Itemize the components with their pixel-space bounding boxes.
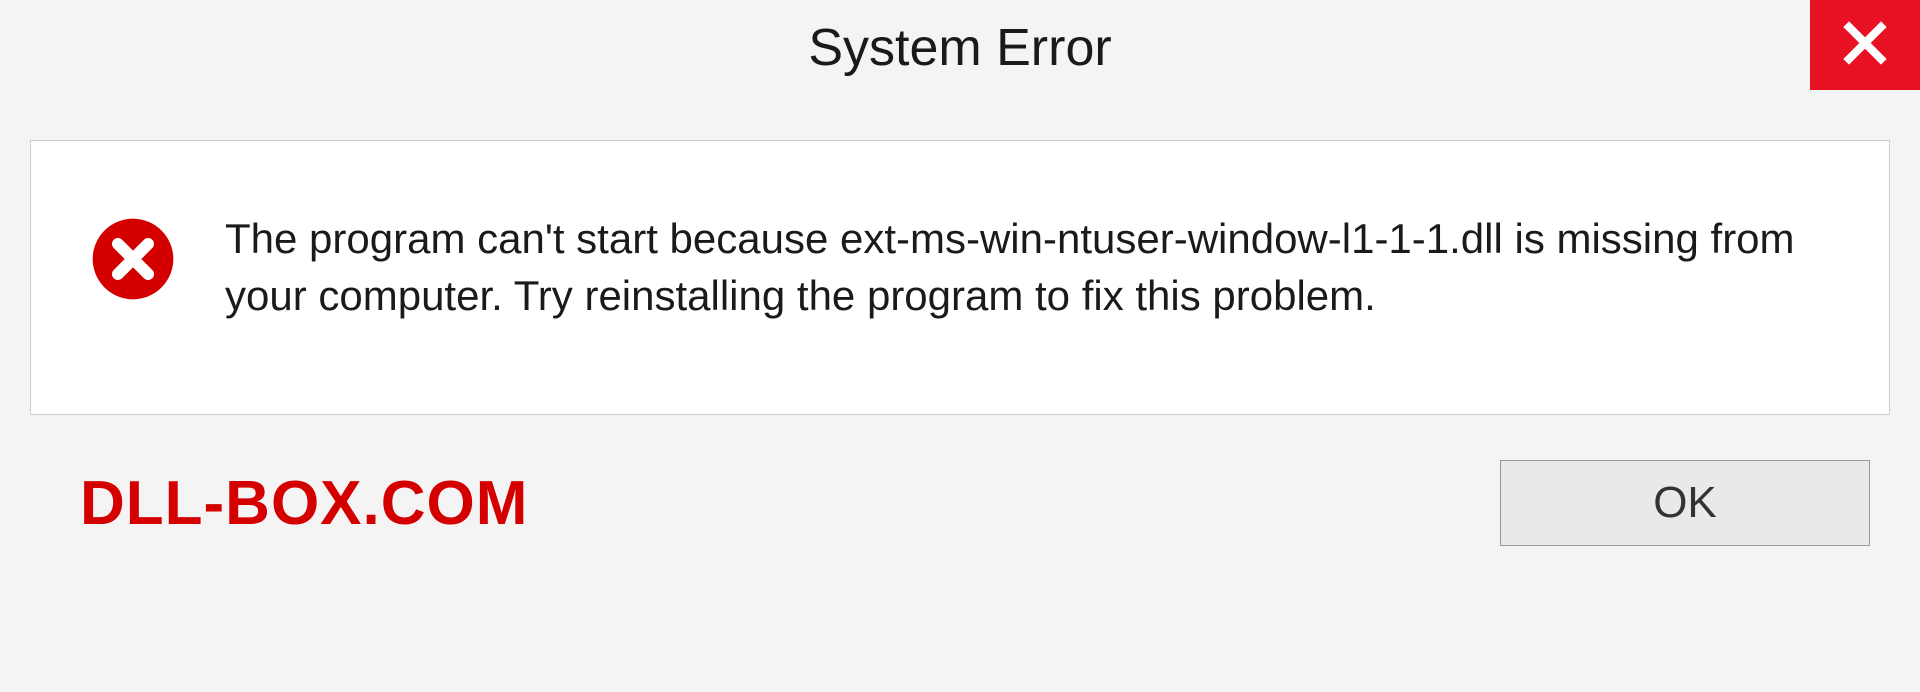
ok-button[interactable]: OK (1500, 460, 1870, 546)
window-title: System Error (808, 18, 1111, 78)
title-bar: System Error (0, 0, 1920, 95)
error-icon (91, 217, 175, 301)
dialog-footer: DLL-BOX.COM OK (30, 460, 1890, 546)
dialog-content: The program can't start because ext-ms-w… (30, 140, 1890, 415)
ok-button-label: OK (1653, 478, 1717, 528)
close-button[interactable] (1810, 0, 1920, 90)
watermark-text: DLL-BOX.COM (80, 468, 528, 539)
error-message-text: The program can't start because ext-ms-w… (225, 211, 1839, 324)
close-icon (1841, 19, 1889, 72)
